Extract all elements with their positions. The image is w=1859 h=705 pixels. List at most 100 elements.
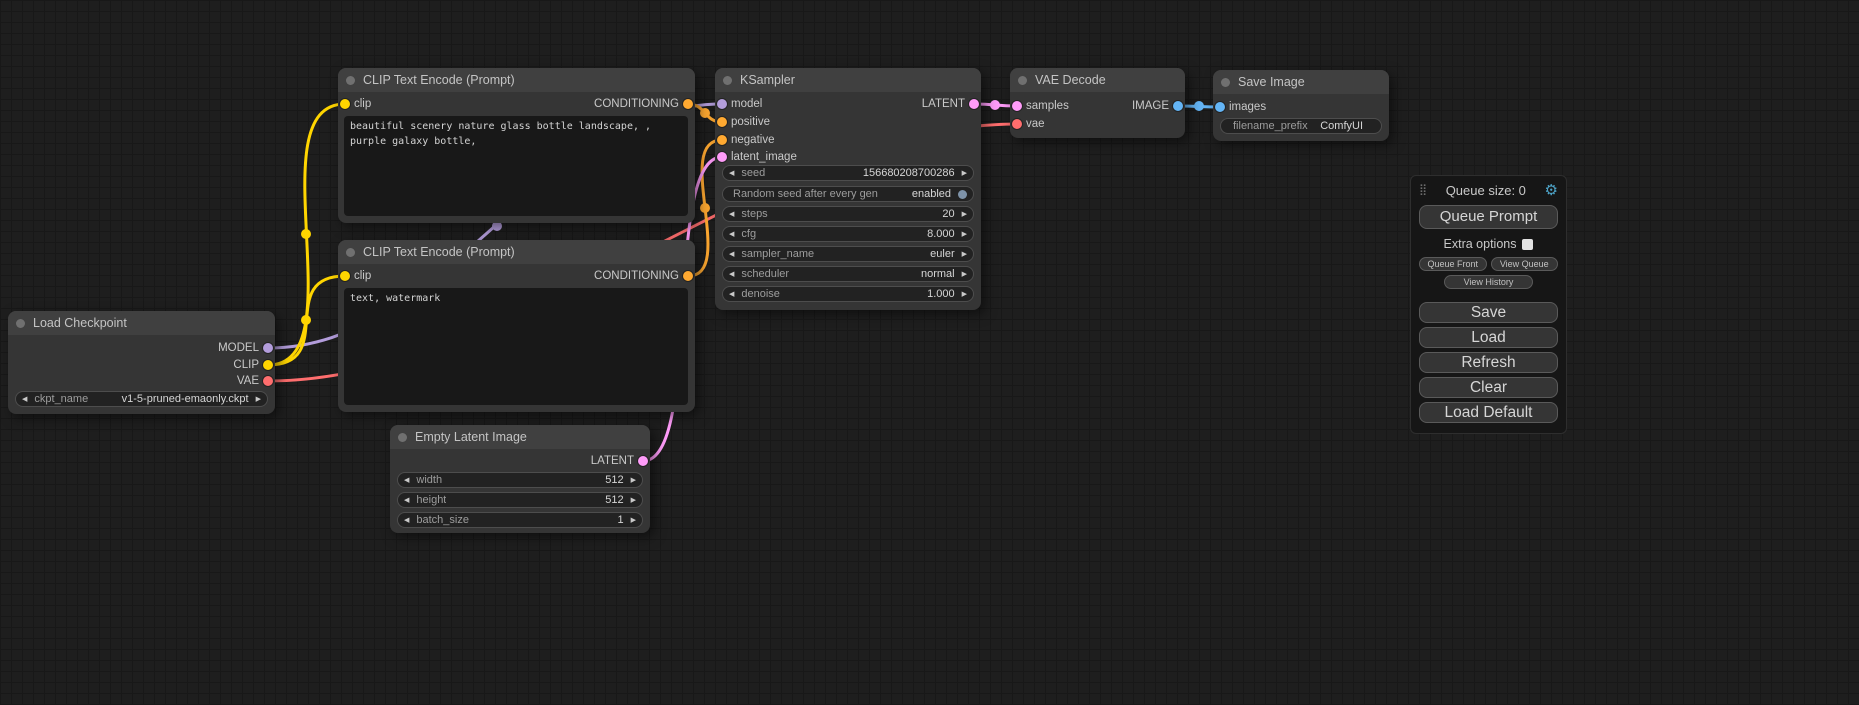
model-input-dot[interactable] — [717, 99, 727, 109]
images-input-dot[interactable] — [1215, 102, 1225, 112]
model-output-dot[interactable] — [263, 343, 273, 353]
prev-arrow-icon[interactable] — [729, 251, 734, 258]
widget-cfg[interactable]: cfg 8.000 — [722, 226, 974, 242]
collapse-dot-icon[interactable] — [1221, 78, 1230, 87]
input-slot-positive[interactable]: positive — [715, 114, 770, 130]
save-image-header[interactable]: Save Image — [1213, 70, 1389, 94]
output-slot-model[interactable]: MODEL — [218, 340, 275, 356]
collapse-dot-icon[interactable] — [723, 76, 732, 85]
clip-input-dot[interactable] — [340, 271, 350, 281]
output-slot-conditioning[interactable]: CONDITIONING — [594, 268, 695, 284]
collapse-dot-icon[interactable] — [346, 248, 355, 257]
widget-random-seed-toggle[interactable]: Random seed after every gen enabled — [722, 186, 974, 202]
vae-decode-header[interactable]: VAE Decode — [1010, 68, 1185, 92]
save-button[interactable]: Save — [1419, 302, 1558, 323]
samples-input-dot[interactable] — [1012, 101, 1022, 111]
vae-output-dot[interactable] — [263, 376, 273, 386]
settings-gear-icon[interactable] — [1545, 183, 1558, 198]
extra-options-checkbox[interactable] — [1522, 239, 1533, 250]
increment-arrow-icon[interactable] — [631, 517, 636, 524]
collapse-dot-icon[interactable] — [1018, 76, 1027, 85]
latent-image-input-dot[interactable] — [717, 152, 727, 162]
node-vae-decode[interactable]: VAE Decode samples vae IMAGE — [1010, 68, 1185, 138]
widget-batch-size[interactable]: batch_size 1 — [397, 512, 643, 528]
empty-latent-header[interactable]: Empty Latent Image — [390, 425, 650, 449]
output-slot-latent[interactable]: LATENT — [922, 96, 981, 112]
input-slot-model[interactable]: model — [715, 96, 762, 112]
widget-seed[interactable]: seed 156680208700286 — [722, 165, 974, 181]
input-slot-clip[interactable]: clip — [338, 268, 371, 284]
drag-handle-icon[interactable] — [1419, 185, 1427, 196]
next-arrow-icon[interactable] — [962, 271, 967, 278]
decrement-arrow-icon[interactable] — [404, 477, 409, 484]
conditioning-output-dot[interactable] — [683, 271, 693, 281]
conditioning-output-dot[interactable] — [683, 99, 693, 109]
load-default-button[interactable]: Load Default — [1419, 402, 1558, 423]
widget-filename-prefix[interactable]: filename_prefix ComfyUI — [1220, 118, 1382, 134]
input-slot-latent-image[interactable]: latent_image — [715, 149, 797, 165]
ksampler-header[interactable]: KSampler — [715, 68, 981, 92]
latent-output-dot[interactable] — [969, 99, 979, 109]
widget-height[interactable]: height 512 — [397, 492, 643, 508]
widget-ckpt-name[interactable]: ckpt_name v1-5-pruned-emaonly.ckpt — [15, 391, 268, 407]
decrement-arrow-icon[interactable] — [729, 231, 734, 238]
negative-input-dot[interactable] — [717, 135, 727, 145]
queue-prompt-button[interactable]: Queue Prompt — [1419, 205, 1558, 229]
clear-button[interactable]: Clear — [1419, 377, 1558, 398]
input-slot-images[interactable]: images — [1213, 99, 1266, 115]
output-slot-vae[interactable]: VAE — [237, 373, 275, 389]
view-queue-button[interactable]: View Queue — [1491, 257, 1559, 271]
collapse-dot-icon[interactable] — [346, 76, 355, 85]
widget-steps[interactable]: steps 20 — [722, 206, 974, 222]
widget-sampler-name[interactable]: sampler_name euler — [722, 246, 974, 262]
toggle-dot-icon[interactable] — [958, 190, 967, 199]
increment-arrow-icon[interactable] — [962, 170, 967, 177]
increment-arrow-icon[interactable] — [631, 477, 636, 484]
decrement-arrow-icon[interactable] — [404, 497, 409, 504]
decrement-arrow-icon[interactable] — [404, 517, 409, 524]
node-ksampler[interactable]: KSampler model positive negative latent_… — [715, 68, 981, 310]
prev-arrow-icon[interactable] — [729, 271, 734, 278]
clip-encode-negative-header[interactable]: CLIP Text Encode (Prompt) — [338, 240, 695, 264]
decrement-arrow-icon[interactable] — [729, 291, 734, 298]
increment-arrow-icon[interactable] — [631, 497, 636, 504]
prompt-textarea[interactable]: text, watermark — [344, 288, 688, 405]
increment-arrow-icon[interactable] — [962, 291, 967, 298]
input-slot-clip[interactable]: clip — [338, 96, 371, 112]
output-slot-latent[interactable]: LATENT — [591, 453, 650, 469]
output-slot-clip[interactable]: CLIP — [233, 357, 275, 373]
clip-encode-positive-header[interactable]: CLIP Text Encode (Prompt) — [338, 68, 695, 92]
positive-input-dot[interactable] — [717, 117, 727, 127]
output-slot-image[interactable]: IMAGE — [1132, 98, 1185, 114]
load-checkpoint-header[interactable]: Load Checkpoint — [8, 311, 275, 335]
input-slot-vae[interactable]: vae — [1010, 116, 1045, 132]
view-history-button[interactable]: View History — [1444, 275, 1533, 289]
image-output-dot[interactable] — [1173, 101, 1183, 111]
clip-input-dot[interactable] — [340, 99, 350, 109]
queue-front-button[interactable]: Queue Front — [1419, 257, 1487, 271]
node-save-image[interactable]: Save Image images filename_prefix ComfyU… — [1213, 70, 1389, 141]
widget-denoise[interactable]: denoise 1.000 — [722, 286, 974, 302]
node-clip-text-encode-positive[interactable]: CLIP Text Encode (Prompt) clip CONDITION… — [338, 68, 695, 223]
input-slot-samples[interactable]: samples — [1010, 98, 1069, 114]
clip-output-dot[interactable] — [263, 360, 273, 370]
prev-arrow-icon[interactable] — [22, 396, 27, 403]
node-load-checkpoint[interactable]: Load Checkpoint MODEL CLIP VAE ckpt_name… — [8, 311, 275, 414]
prompt-textarea[interactable]: beautiful scenery nature glass bottle la… — [344, 116, 688, 216]
next-arrow-icon[interactable] — [962, 251, 967, 258]
node-clip-text-encode-negative[interactable]: CLIP Text Encode (Prompt) clip CONDITION… — [338, 240, 695, 412]
next-arrow-icon[interactable] — [256, 396, 261, 403]
output-slot-conditioning[interactable]: CONDITIONING — [594, 96, 695, 112]
vae-input-dot[interactable] — [1012, 119, 1022, 129]
collapse-dot-icon[interactable] — [398, 433, 407, 442]
input-slot-negative[interactable]: negative — [715, 132, 774, 148]
increment-arrow-icon[interactable] — [962, 231, 967, 238]
latent-output-dot[interactable] — [638, 456, 648, 466]
graph-canvas[interactable]: Load Checkpoint MODEL CLIP VAE ckpt_name… — [0, 0, 1859, 705]
load-button[interactable]: Load — [1419, 327, 1558, 348]
widget-scheduler[interactable]: scheduler normal — [722, 266, 974, 282]
widget-width[interactable]: width 512 — [397, 472, 643, 488]
decrement-arrow-icon[interactable] — [729, 211, 734, 218]
decrement-arrow-icon[interactable] — [729, 170, 734, 177]
node-empty-latent-image[interactable]: Empty Latent Image LATENT width 512 heig… — [390, 425, 650, 533]
